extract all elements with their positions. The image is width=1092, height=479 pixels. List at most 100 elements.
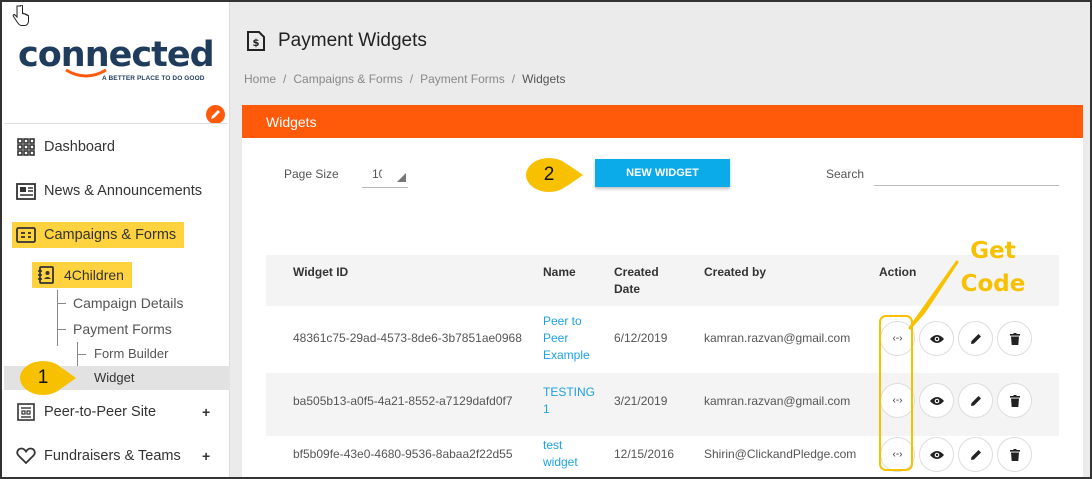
heart-icon <box>16 446 36 466</box>
contacts-book-icon <box>36 265 56 285</box>
view-button[interactable] <box>919 437 954 472</box>
panel-title: Widgets <box>242 105 1083 138</box>
pencil-icon <box>970 395 981 406</box>
step-1-marker: 1 <box>20 361 76 395</box>
newspaper-icon <box>16 181 36 201</box>
trash-icon <box>1009 394 1020 407</box>
delete-button[interactable] <box>997 321 1032 356</box>
sidebar-item-4children[interactable]: 4Children <box>32 262 132 288</box>
view-button[interactable] <box>919 383 954 418</box>
sidebar-item-form-builder[interactable]: Form Builder <box>94 346 168 361</box>
payment-document-icon: $ <box>247 31 265 51</box>
widget-name-link[interactable]: test widget <box>543 437 578 471</box>
get-code-callout: Get Code <box>948 235 1038 301</box>
expand-plus-icon[interactable]: + <box>202 448 210 464</box>
sidebar-item-fundraisers-teams[interactable]: Fundraisers & Teams <box>16 446 181 466</box>
breadcrumb: Home / Campaigns & Forms / Payment Forms… <box>244 72 565 86</box>
sidebar-item-label: 4Children <box>64 267 124 283</box>
eye-icon <box>929 334 944 343</box>
delete-button[interactable] <box>997 383 1032 418</box>
search-label: Search <box>826 167 865 181</box>
trash-icon <box>1009 332 1020 345</box>
created-date-cell: 6/12/2019 <box>614 331 668 345</box>
logo-text: connected <box>18 35 215 75</box>
logo-tagline: A BETTER PLACE TO DO GOOD <box>102 75 205 82</box>
get-code-highlight <box>879 315 913 471</box>
edit-button[interactable] <box>958 383 993 418</box>
step-2-marker: 2 <box>526 158 583 192</box>
marker-pointer-icon <box>62 368 76 388</box>
name-line: test <box>543 438 563 452</box>
breadcrumb-widgets: Widgets <box>522 72 566 86</box>
tree-line <box>57 303 66 304</box>
sidebar-item-widget[interactable]: Widget <box>94 370 134 385</box>
page-size-select[interactable]: 10 <box>362 163 408 188</box>
edit-button[interactable] <box>958 321 993 356</box>
created-line-2: Date <box>614 282 641 296</box>
search-input[interactable] <box>874 163 1059 186</box>
pencil-icon <box>211 110 220 119</box>
sidebar-item-label: Campaigns & Forms <box>44 227 177 243</box>
step-1-number: 1 <box>20 361 66 395</box>
created-by-cell: kamran.razvan@gmail.com <box>704 394 851 408</box>
page-title: Payment Widgets <box>278 30 427 51</box>
sidebar-item-campaigns-forms[interactable]: Campaigns & Forms <box>12 222 185 248</box>
dropdown-arrow-icon <box>397 173 406 182</box>
column-header-created-by[interactable]: Created by <box>704 264 766 281</box>
widget-name-link[interactable]: Peer to Peer Example <box>543 313 590 364</box>
edit-button[interactable] <box>958 437 993 472</box>
breadcrumb-separator: / <box>283 72 287 86</box>
site-icon <box>16 402 36 422</box>
sidebar-item-payment-forms[interactable]: Payment Forms <box>73 321 172 337</box>
marker-pointer-icon <box>567 164 583 186</box>
id-card-icon <box>16 225 36 245</box>
tree-line <box>57 290 58 346</box>
expand-plus-icon[interactable]: + <box>202 404 210 420</box>
sidebar-item-label: Fundraisers & Teams <box>44 448 181 464</box>
created-line-1: Created <box>614 265 659 279</box>
hand-cursor-icon <box>12 5 29 26</box>
sidebar-item-dashboard[interactable]: Dashboard <box>16 137 115 157</box>
created-date-cell: 12/15/2016 <box>614 447 675 461</box>
widget-id-cell: 48361c75-29ad-4573-8de6-3b7851ae0968 <box>293 331 522 345</box>
created-date-cell: 3/21/2019 <box>614 394 668 408</box>
page-size-value: 10 <box>372 167 382 181</box>
table-row: ba505b13-a0f5-4a21-8552-a7129dafd0f7 TES… <box>266 373 1059 436</box>
sidebar: connected A BETTER PLACE TO DO GOOD Dash… <box>2 2 230 477</box>
sidebar-item-label: Peer-to-Peer Site <box>44 404 157 420</box>
breadcrumb-campaigns-forms[interactable]: Campaigns & Forms <box>293 72 402 86</box>
widget-id-cell: bf5b09fe-43e0-4680-9536-8abaa2f22d55 <box>293 447 513 461</box>
pencil-icon <box>970 449 981 460</box>
callout-line-1: Get <box>970 238 1016 264</box>
grid-icon <box>16 137 36 157</box>
widget-id-cell: ba505b13-a0f5-4a21-8552-a7129dafd0f7 <box>293 394 513 408</box>
column-header-created-date[interactable]: Created Date <box>614 264 659 298</box>
name-line: 1 <box>543 402 550 416</box>
sidebar-item-campaign-details[interactable]: Campaign Details <box>73 295 184 311</box>
tree-line <box>57 329 66 330</box>
column-header-name[interactable]: Name <box>543 264 576 281</box>
name-line: Peer to <box>543 314 582 328</box>
breadcrumb-separator: / <box>511 72 516 86</box>
sidebar-item-peer-to-peer-site[interactable]: Peer-to-Peer Site <box>16 402 156 422</box>
widget-name-link[interactable]: TESTING 1 <box>543 384 595 418</box>
new-widget-button[interactable]: NEW WIDGET <box>595 159 730 187</box>
callout-line-2: Code <box>960 271 1026 297</box>
trash-icon <box>1009 448 1020 461</box>
sidebar-item-news[interactable]: News & Announcements <box>16 181 202 201</box>
breadcrumb-payment-forms[interactable]: Payment Forms <box>420 72 505 86</box>
column-header-widget-id[interactable]: Widget ID <box>293 264 348 281</box>
delete-button[interactable] <box>997 437 1032 472</box>
breadcrumb-home[interactable]: Home <box>244 72 276 86</box>
svg-text:$: $ <box>253 38 260 49</box>
created-by-cell: Shirin@ClickandPledge.com <box>704 447 857 461</box>
eye-icon <box>929 396 944 405</box>
name-line: TESTING <box>543 385 596 399</box>
sidebar-item-label: News & Announcements <box>44 183 202 199</box>
name-line: Example <box>543 348 590 362</box>
name-line: widget <box>543 455 578 469</box>
connected-logo[interactable]: connected A BETTER PLACE TO DO GOOD <box>18 36 218 86</box>
step-2-number: 2 <box>526 158 572 192</box>
name-line: Peer <box>543 331 569 345</box>
edit-badge-button[interactable] <box>206 105 225 124</box>
